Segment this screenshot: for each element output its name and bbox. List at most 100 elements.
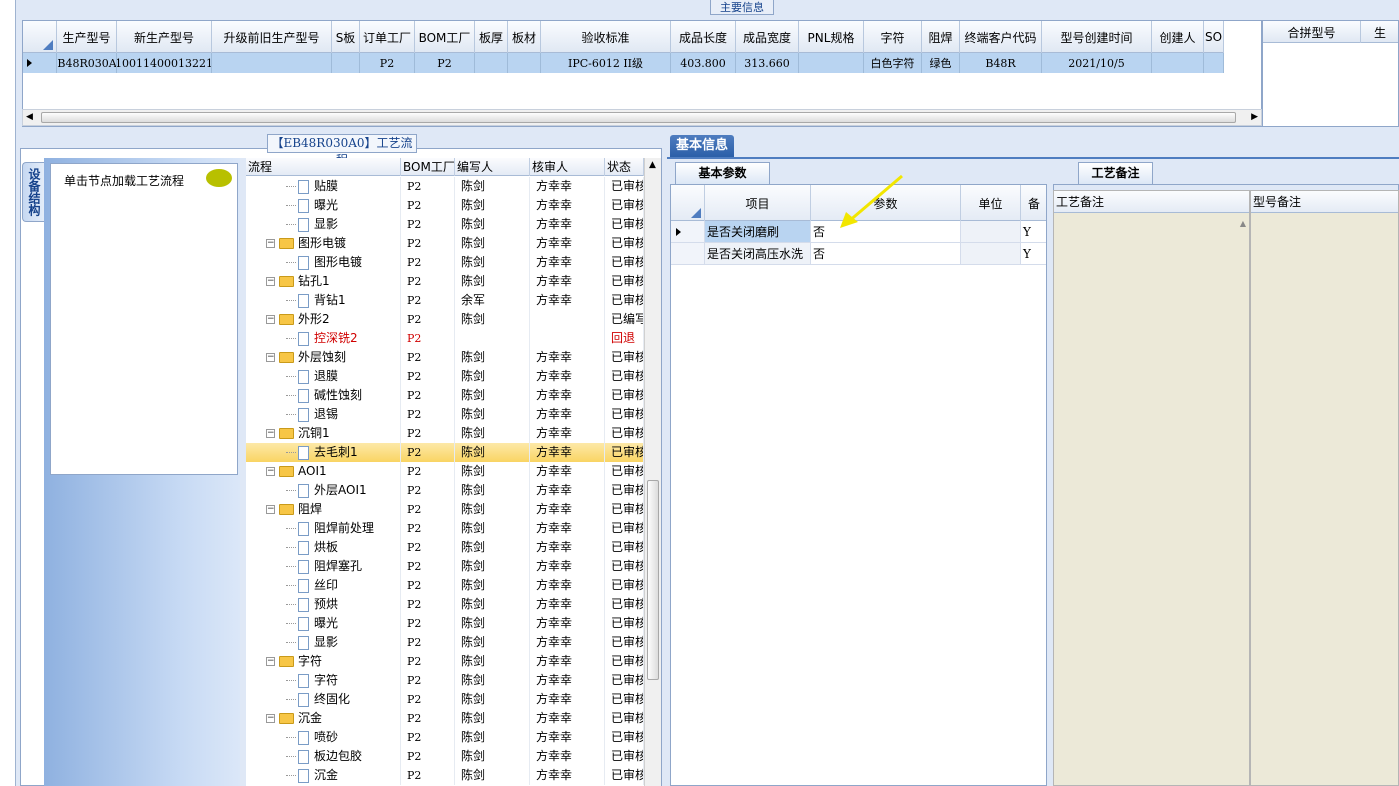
tree-cell-reviewer[interactable]: 方幸幸 (530, 576, 605, 595)
column-header[interactable]: 阻焊 (922, 21, 960, 53)
tree-node[interactable]: 碱性蚀刻 (246, 386, 401, 405)
tree-row[interactable]: 烘板 P2 陈剑 方幸幸 已审核 (246, 538, 644, 557)
table-cell[interactable]: B48R (960, 53, 1042, 73)
tree-node[interactable]: 显影 (246, 215, 401, 234)
tree-cell-reviewer[interactable]: 方幸幸 (530, 272, 605, 291)
tree-row[interactable]: 碱性蚀刻 P2 陈剑 方幸幸 已审核 (246, 386, 644, 405)
tree-node[interactable]: − 沉铜1 (246, 424, 401, 443)
tree-cell-bom[interactable]: P2 (401, 614, 455, 633)
tree-cell-status[interactable]: 已审核 (605, 215, 644, 234)
tree-node[interactable]: 控深铣2 (246, 329, 401, 348)
column-header[interactable]: 板厚 (475, 21, 508, 53)
tree-node[interactable]: − 沉金 (246, 709, 401, 728)
tree-cell-reviewer[interactable]: 方幸幸 (530, 177, 605, 196)
column-header[interactable]: SO (1204, 21, 1224, 53)
column-header[interactable]: 成品长度 (671, 21, 736, 53)
column-header[interactable]: 升级前旧生产型号 (212, 21, 332, 53)
column-header[interactable]: S板 (332, 21, 360, 53)
tree-cell-writer[interactable]: 陈剑 (455, 310, 530, 329)
tree-cell-bom[interactable]: P2 (401, 291, 455, 310)
tree-node[interactable]: − 图形电镀 (246, 234, 401, 253)
column-header[interactable]: 新生产型号 (117, 21, 212, 53)
tree-row[interactable]: − 阻焊 P2 陈剑 方幸幸 已审核 (246, 500, 644, 519)
tree-cell-reviewer[interactable]: 方幸幸 (530, 538, 605, 557)
model-note-box[interactable]: 型号备注 (1250, 190, 1399, 786)
tree-row[interactable]: 去毛刺1 P2 陈剑 方幸幸 已审核 (246, 443, 644, 462)
tree-node[interactable]: 烘板 (246, 538, 401, 557)
tree-cell-status[interactable]: 已审核 (605, 443, 644, 462)
tree-cell-status[interactable]: 已审核 (605, 652, 644, 671)
tree-node[interactable]: − 阻焊 (246, 500, 401, 519)
tree-cell-writer[interactable]: 陈剑 (455, 367, 530, 386)
column-header[interactable]: 创建人 (1152, 21, 1204, 53)
tree-cell-status[interactable]: 已审核 (605, 709, 644, 728)
param-flag-cell[interactable]: Y (1021, 243, 1046, 265)
tree-row[interactable]: 板边包胶 P2 陈剑 方幸幸 已审核 (246, 747, 644, 766)
tree-cell-bom[interactable]: P2 (401, 367, 455, 386)
tree-cell-writer[interactable]: 陈剑 (455, 671, 530, 690)
tree-cell-reviewer[interactable]: 方幸幸 (530, 291, 605, 310)
table-cell[interactable] (508, 53, 541, 73)
tree-row[interactable]: − 钻孔1 P2 陈剑 方幸幸 已审核 (246, 272, 644, 291)
tree-cell-bom[interactable]: P2 (401, 633, 455, 652)
tree-cell-bom[interactable]: P2 (401, 329, 455, 348)
tree-row[interactable]: − 沉金 P2 陈剑 方幸幸 已审核 (246, 709, 644, 728)
tree-cell-reviewer[interactable]: 方幸幸 (530, 747, 605, 766)
tree-node[interactable]: − 外层蚀刻 (246, 348, 401, 367)
tree-cell-status[interactable]: 已审核 (605, 405, 644, 424)
tree-cell-status[interactable]: 已审核 (605, 177, 644, 196)
scrollbar-thumb[interactable] (647, 480, 659, 680)
tree-cell-status[interactable]: 已审核 (605, 272, 644, 291)
tree-cell-writer[interactable]: 陈剑 (455, 747, 530, 766)
tree-cell-writer[interactable]: 陈剑 (455, 766, 530, 785)
tree-row[interactable]: 图形电镀 P2 陈剑 方幸幸 已审核 (246, 253, 644, 272)
tree-row[interactable]: − 字符 P2 陈剑 方幸幸 已审核 (246, 652, 644, 671)
tree-cell-writer[interactable]: 陈剑 (455, 709, 530, 728)
tree-node[interactable]: 图形电镀 (246, 253, 401, 272)
tree-node[interactable]: 退膜 (246, 367, 401, 386)
tree-cell-bom[interactable]: P2 (401, 272, 455, 291)
tree-cell-status[interactable]: 已审核 (605, 234, 644, 253)
table-cell[interactable] (212, 53, 332, 73)
column-header[interactable]: 终端客户代码 (960, 21, 1042, 53)
tree-cell-reviewer[interactable]: 方幸幸 (530, 652, 605, 671)
param-unit-cell[interactable] (961, 221, 1021, 243)
table-cell[interactable] (1152, 53, 1204, 73)
tree-cell-reviewer[interactable]: 方幸幸 (530, 500, 605, 519)
tree-cell-reviewer[interactable]: 方幸幸 (530, 253, 605, 272)
column-header[interactable]: 编写人 (455, 158, 530, 176)
tree-row[interactable]: − AOI1 P2 陈剑 方幸幸 已审核 (246, 462, 644, 481)
tree-cell-reviewer[interactable]: 方幸幸 (530, 443, 605, 462)
table-cell[interactable]: EB48R030A0 (57, 53, 117, 73)
tree-cell-bom[interactable]: P2 (401, 386, 455, 405)
tree-cell-bom[interactable]: P2 (401, 538, 455, 557)
table-cell[interactable]: 10011400013221 (117, 53, 212, 73)
tree-cell-status[interactable]: 已审核 (605, 481, 644, 500)
tree-cell-writer[interactable]: 陈剑 (455, 538, 530, 557)
column-header[interactable]: 板材 (508, 21, 541, 53)
table-cell[interactable]: IPC-6012 II级 (541, 53, 671, 73)
tab-basic-info[interactable]: 基本信息 (670, 135, 734, 157)
tree-cell-reviewer[interactable] (530, 310, 605, 329)
tree-node[interactable]: 丝印 (246, 576, 401, 595)
tree-cell-bom[interactable]: P2 (401, 709, 455, 728)
tree-node[interactable]: 终固化 (246, 690, 401, 709)
tree-cell-writer[interactable]: 余军 (455, 291, 530, 310)
column-header[interactable]: BOM工厂 (401, 158, 455, 176)
tree-row[interactable]: − 图形电镀 P2 陈剑 方幸幸 已审核 (246, 234, 644, 253)
collapse-icon[interactable]: − (266, 657, 275, 666)
tree-row[interactable]: 字符 P2 陈剑 方幸幸 已审核 (246, 671, 644, 690)
tree-node[interactable]: − 外形2 (246, 310, 401, 329)
tree-row[interactable]: − 沉铜1 P2 陈剑 方幸幸 已审核 (246, 424, 644, 443)
tree-cell-bom[interactable]: P2 (401, 462, 455, 481)
tree-cell-writer[interactable]: 陈剑 (455, 196, 530, 215)
tree-cell-bom[interactable]: P2 (401, 177, 455, 196)
tree-cell-status[interactable]: 已审核 (605, 196, 644, 215)
tree-cell-reviewer[interactable]: 方幸幸 (530, 462, 605, 481)
tree-cell-reviewer[interactable]: 方幸幸 (530, 614, 605, 633)
tree-node[interactable]: 背钻1 (246, 291, 401, 310)
merge-model-column-header[interactable]: 合拼型号 (1263, 21, 1361, 43)
tree-cell-bom[interactable]: P2 (401, 747, 455, 766)
tree-cell-writer[interactable]: 陈剑 (455, 386, 530, 405)
tree-cell-writer[interactable]: 陈剑 (455, 690, 530, 709)
